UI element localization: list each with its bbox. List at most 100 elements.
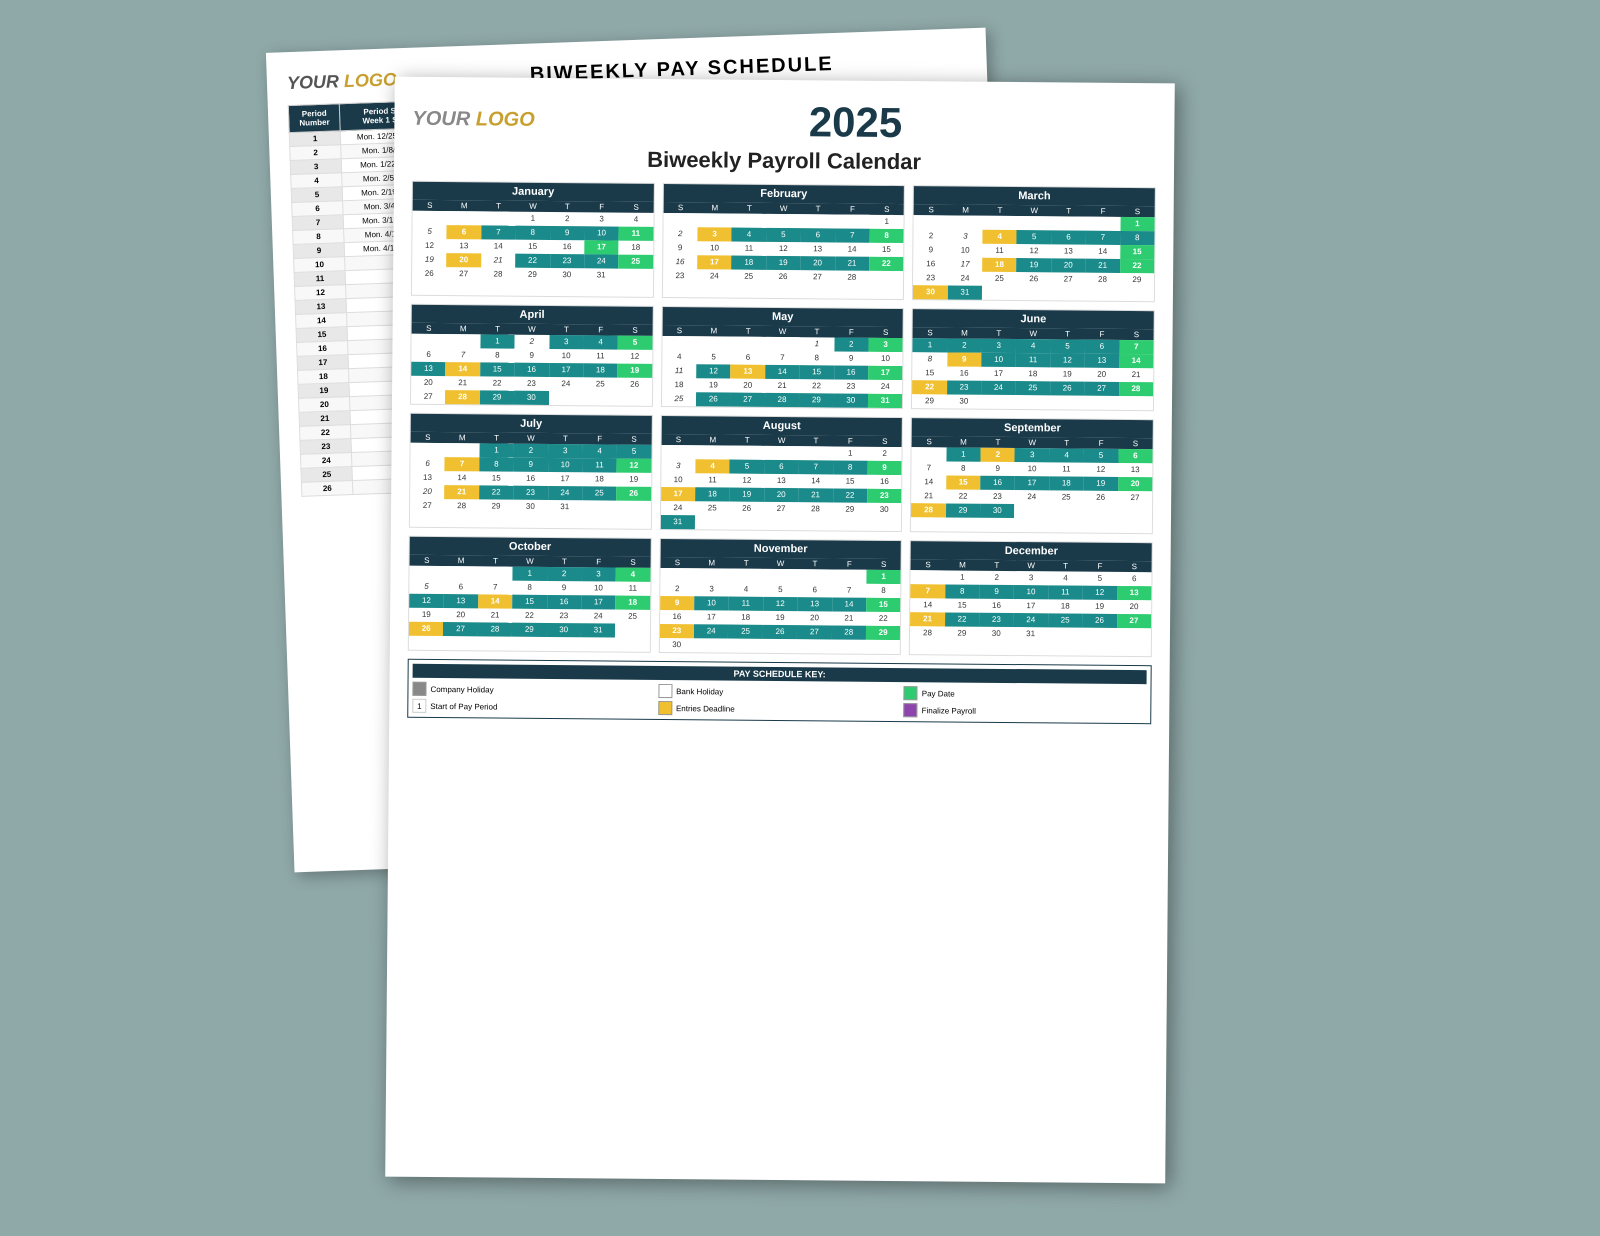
key-item: Pay Date bbox=[904, 686, 1147, 702]
day-cell: 20 bbox=[764, 488, 798, 502]
day-cell: 23 bbox=[979, 613, 1014, 627]
day-cell: 19 bbox=[1082, 600, 1116, 614]
day-cell: 6 bbox=[411, 348, 445, 362]
day-cell: 19 bbox=[617, 364, 651, 378]
day-name: F bbox=[1083, 561, 1117, 572]
day-cell: 11 bbox=[729, 597, 764, 611]
day-cell: 8 bbox=[512, 581, 547, 595]
day-cell: 3 bbox=[548, 444, 582, 458]
key-label: Company Holiday bbox=[430, 684, 493, 694]
day-cell: 18 bbox=[583, 363, 617, 377]
day-cell: 6 bbox=[1051, 230, 1086, 244]
day-cell: 21 bbox=[798, 488, 833, 502]
day-cell: 6 bbox=[444, 580, 478, 594]
day-name: T bbox=[1048, 560, 1082, 571]
day-cell: 3 bbox=[982, 339, 1017, 353]
day-cell: 12 bbox=[1083, 586, 1117, 600]
day-cell: 9 bbox=[834, 351, 868, 365]
month-header-march: March bbox=[914, 186, 1155, 206]
day-cell: 11 bbox=[619, 227, 653, 241]
day-cell: 12 bbox=[766, 242, 800, 256]
day-cell: 7 bbox=[765, 351, 799, 365]
day-cell: 30 bbox=[834, 393, 868, 407]
day-cell: 13 bbox=[411, 362, 445, 376]
day-cell: 6 bbox=[764, 460, 798, 474]
key-swatch: 1 bbox=[412, 699, 426, 713]
month-august: AugustSMTWTFS123456789101112131415161718… bbox=[660, 415, 904, 532]
day-cell: 24 bbox=[581, 609, 615, 623]
day-name: W bbox=[766, 203, 800, 214]
day-cell: 5 bbox=[617, 445, 651, 459]
day-cell: 30 bbox=[913, 285, 947, 299]
day-cell: 10 bbox=[981, 353, 1016, 367]
day-cell: 6 bbox=[1118, 449, 1152, 463]
day-cell: 5 bbox=[763, 583, 797, 597]
day-cell: 27 bbox=[1084, 382, 1118, 396]
day-cell: 29 bbox=[515, 268, 550, 282]
day-cell: 20 bbox=[443, 608, 477, 622]
day-cell: 7 bbox=[446, 348, 480, 362]
day-name: T bbox=[731, 326, 765, 337]
day-cell: 1 bbox=[946, 447, 980, 461]
day-name: T bbox=[480, 323, 514, 334]
day-cell: 20 bbox=[411, 376, 445, 390]
empty-cell bbox=[914, 215, 948, 229]
empty-cell bbox=[413, 211, 447, 225]
day-cell: 18 bbox=[695, 487, 729, 501]
day-cell: 4 bbox=[695, 459, 729, 473]
day-cell: 2 bbox=[550, 212, 584, 226]
day-cell: 27 bbox=[410, 499, 444, 513]
day-name: T bbox=[1049, 437, 1083, 448]
day-name: T bbox=[980, 560, 1014, 571]
day-cell: 8 bbox=[869, 229, 903, 243]
day-cell: 18 bbox=[728, 611, 763, 625]
empty-cell bbox=[445, 443, 479, 457]
day-cell: 10 bbox=[548, 458, 582, 472]
day-cell: 15 bbox=[512, 595, 547, 609]
empty-cell bbox=[801, 214, 836, 228]
days-grid: 1234567891011121314151617181920212223242… bbox=[659, 568, 900, 654]
day-cell: 1 bbox=[516, 212, 551, 226]
day-cell: 8 bbox=[866, 584, 900, 598]
day-name: S bbox=[870, 204, 904, 215]
day-name: M bbox=[446, 323, 480, 334]
day-cell: 1 bbox=[513, 567, 548, 581]
day-cell: 11 bbox=[695, 473, 729, 487]
day-name: S bbox=[662, 325, 696, 336]
month-december: DecemberSMTWTFS1234567891011121314151617… bbox=[909, 540, 1153, 657]
empty-cell bbox=[948, 215, 982, 229]
day-cell: 2 bbox=[947, 338, 981, 352]
empty-cell bbox=[731, 337, 766, 351]
day-cell: 24 bbox=[661, 501, 695, 515]
day-cell: 8 bbox=[945, 584, 979, 598]
day-cell: 4 bbox=[619, 213, 653, 227]
day-cell: 10 bbox=[868, 352, 902, 366]
day-cell: 14 bbox=[910, 598, 944, 612]
empty-cell bbox=[660, 568, 694, 582]
day-cell: 7 bbox=[835, 228, 869, 242]
day-cell: 8 bbox=[799, 351, 834, 365]
day-cell: 30 bbox=[659, 638, 693, 652]
empty-cell bbox=[798, 569, 833, 583]
empty-cell bbox=[799, 446, 834, 460]
day-cell: 13 bbox=[1117, 586, 1151, 600]
day-cell: 4 bbox=[1048, 571, 1083, 585]
day-cell: 28 bbox=[765, 393, 799, 407]
month-header-january: January bbox=[413, 182, 654, 202]
day-cell: 20 bbox=[797, 611, 832, 625]
day-name: F bbox=[583, 324, 617, 335]
front-logo-your: YOUR bbox=[412, 107, 476, 130]
front-logo-text: LOGO bbox=[476, 108, 535, 131]
day-cell: 27 bbox=[800, 270, 835, 284]
empty-cell bbox=[765, 337, 799, 351]
key-swatch bbox=[658, 684, 672, 698]
day-cell: 10 bbox=[581, 581, 615, 595]
key-label: Bank Holiday bbox=[676, 687, 723, 696]
day-cell: 28 bbox=[481, 267, 515, 281]
day-cell: 14 bbox=[798, 474, 833, 488]
day-cell: 9 bbox=[550, 226, 584, 240]
day-cell: 13 bbox=[731, 365, 766, 379]
day-cell: 17 bbox=[548, 472, 582, 486]
day-name: S bbox=[617, 434, 651, 445]
day-cell: 23 bbox=[514, 377, 549, 391]
